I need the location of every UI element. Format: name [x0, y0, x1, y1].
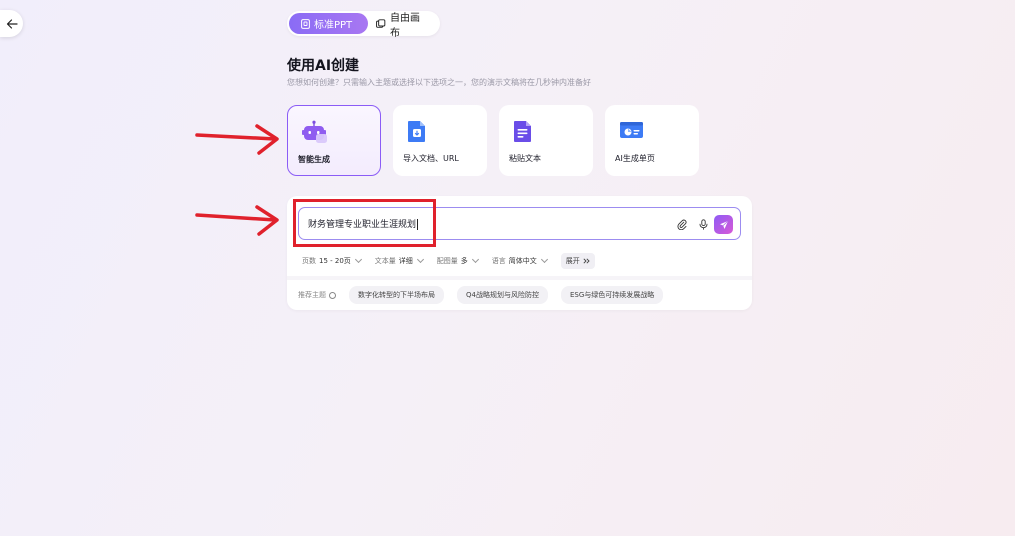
- back-button[interactable]: [0, 10, 23, 37]
- expand-settings-label: 展开: [565, 257, 580, 265]
- option-import-document-label: 导入文档、URL: [403, 154, 459, 163]
- option-smart-generate[interactable]: 智能生成: [287, 105, 381, 176]
- recommended-topic-chip[interactable]: 数字化转型的下半场布局: [349, 286, 444, 304]
- option-ai-single-slide-label: AI生成单页: [615, 154, 655, 163]
- setting-page-count-label: 页数: [302, 257, 316, 265]
- paperclip-icon[interactable]: [676, 218, 688, 230]
- slide-icon: [301, 18, 310, 29]
- mode-switch: 标准PPT 自由画布: [287, 11, 440, 39]
- page-title: 使用AI创建: [287, 58, 360, 74]
- generation-settings: 页数 15 - 20页 文本量 详细 配图量 多 语言 简体中文 展开: [302, 253, 595, 269]
- single-slide-icon: [619, 119, 645, 145]
- option-smart-generate-label: 智能生成: [298, 155, 330, 164]
- annotation-highlight-box: [293, 199, 436, 247]
- robot-icon: [302, 120, 328, 148]
- annotation-arrow: [195, 205, 279, 236]
- chevron-down-icon: [416, 255, 424, 264]
- setting-text-amount-label: 文本量: [374, 257, 396, 265]
- double-chevron-right-icon: [583, 258, 590, 264]
- panel-divider: [287, 276, 752, 280]
- option-import-document[interactable]: 导入文档、URL: [393, 105, 487, 176]
- chevron-down-icon: [540, 255, 548, 264]
- tab-standard-ppt-label: 标准PPT: [314, 20, 353, 31]
- recommended-topics-heading: 推荐主题: [298, 290, 336, 300]
- send-icon: [719, 220, 728, 229]
- tab-standard-ppt[interactable]: 标准PPT: [289, 13, 369, 34]
- option-ai-single-slide[interactable]: AI生成单页: [605, 105, 699, 176]
- import-doc-icon: [407, 119, 429, 147]
- arrow-left-icon: [6, 18, 18, 29]
- tab-free-canvas[interactable]: 自由画布: [368, 13, 438, 39]
- tab-free-canvas-label: 自由画布: [389, 12, 420, 39]
- recommended-topics: 推荐主题 数字化转型的下半场布局 Q4战略规划与风险防控 ESG与绿色可持续发展…: [298, 286, 664, 304]
- setting-language-label: 语言: [491, 257, 506, 265]
- refresh-icon[interactable]: [329, 291, 336, 299]
- recommended-topic-chip[interactable]: ESG与绿色可持续发展战略: [560, 286, 664, 304]
- chevron-down-icon: [471, 255, 479, 264]
- send-button[interactable]: [714, 215, 733, 234]
- option-paste-text[interactable]: 粘贴文本: [499, 105, 593, 176]
- chevron-down-icon: [354, 255, 362, 264]
- annotation-arrow: [195, 124, 279, 155]
- setting-image-amount-value: 多: [460, 257, 468, 265]
- canvas-icon: [376, 18, 386, 28]
- setting-page-count[interactable]: 页数 15 - 20页: [302, 255, 362, 266]
- setting-language-value: 简体中文: [508, 257, 537, 265]
- page-subtitle: 您想如何创建？只需输入主题或选择以下选项之一，您的演示文稿将在几秒钟内准备好: [287, 78, 591, 87]
- microphone-icon[interactable]: [697, 218, 709, 230]
- setting-text-amount-value: 详细: [398, 257, 413, 265]
- setting-page-count-value: 15 - 20页: [319, 257, 351, 265]
- option-paste-text-label: 粘贴文本: [509, 154, 541, 163]
- expand-settings-button[interactable]: 展开: [560, 253, 595, 269]
- setting-image-amount-label: 配图量: [436, 257, 458, 265]
- recommended-topic-chip[interactable]: Q4战略规划与风险防控: [457, 286, 548, 304]
- recommended-topics-label: 推荐主题: [298, 291, 326, 299]
- setting-language[interactable]: 语言 简体中文: [491, 255, 548, 266]
- setting-image-amount[interactable]: 配图量 多: [436, 255, 479, 266]
- paste-text-icon: [513, 119, 535, 147]
- setting-text-amount[interactable]: 文本量 详细: [374, 255, 424, 266]
